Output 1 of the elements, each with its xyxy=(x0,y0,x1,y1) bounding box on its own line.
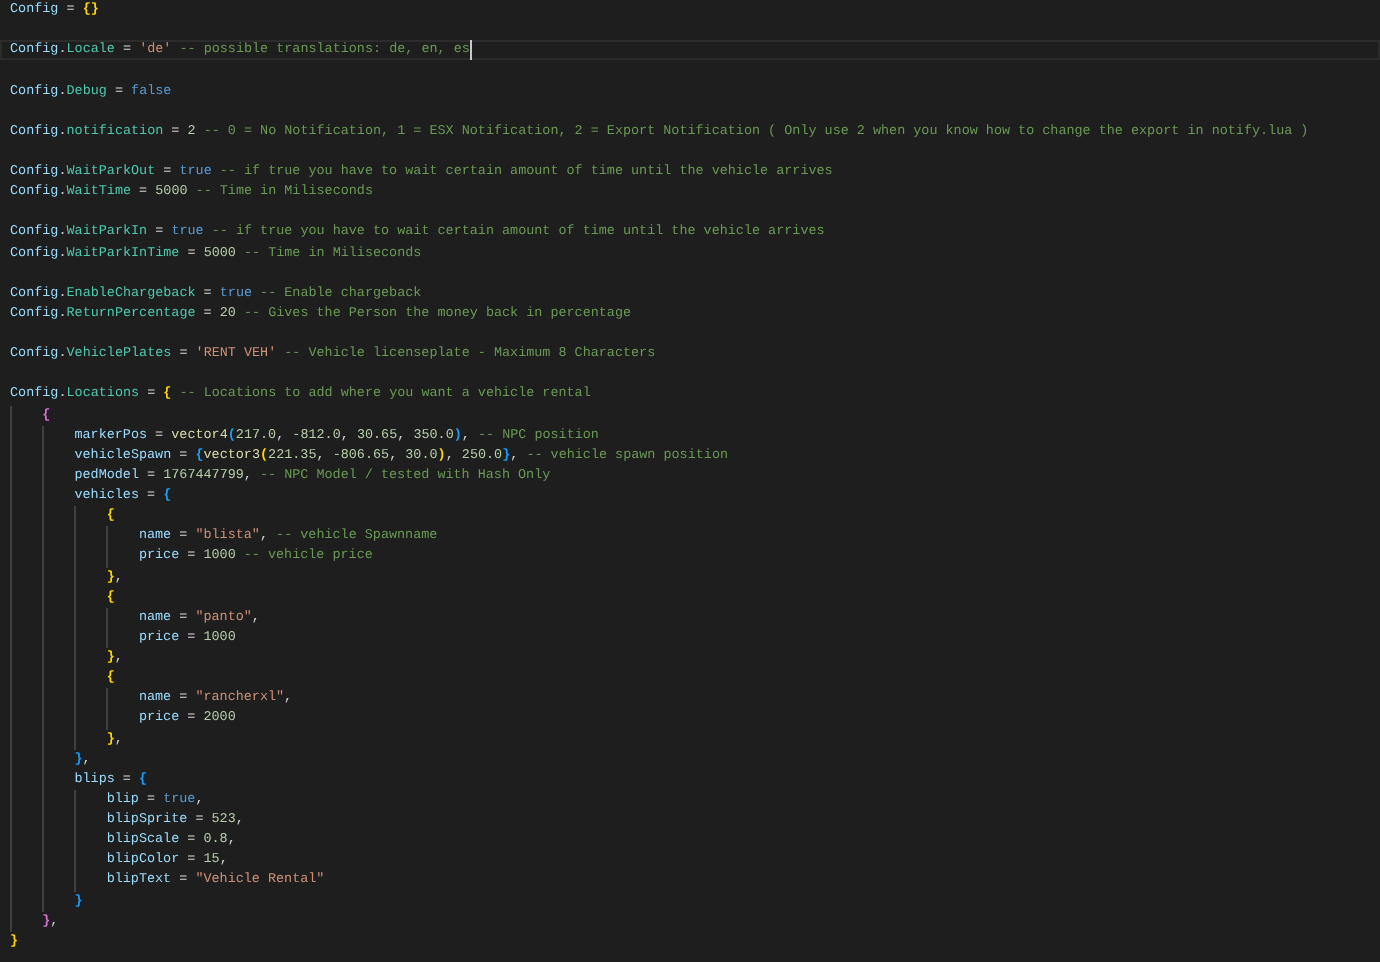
text-cursor xyxy=(469,40,472,61)
